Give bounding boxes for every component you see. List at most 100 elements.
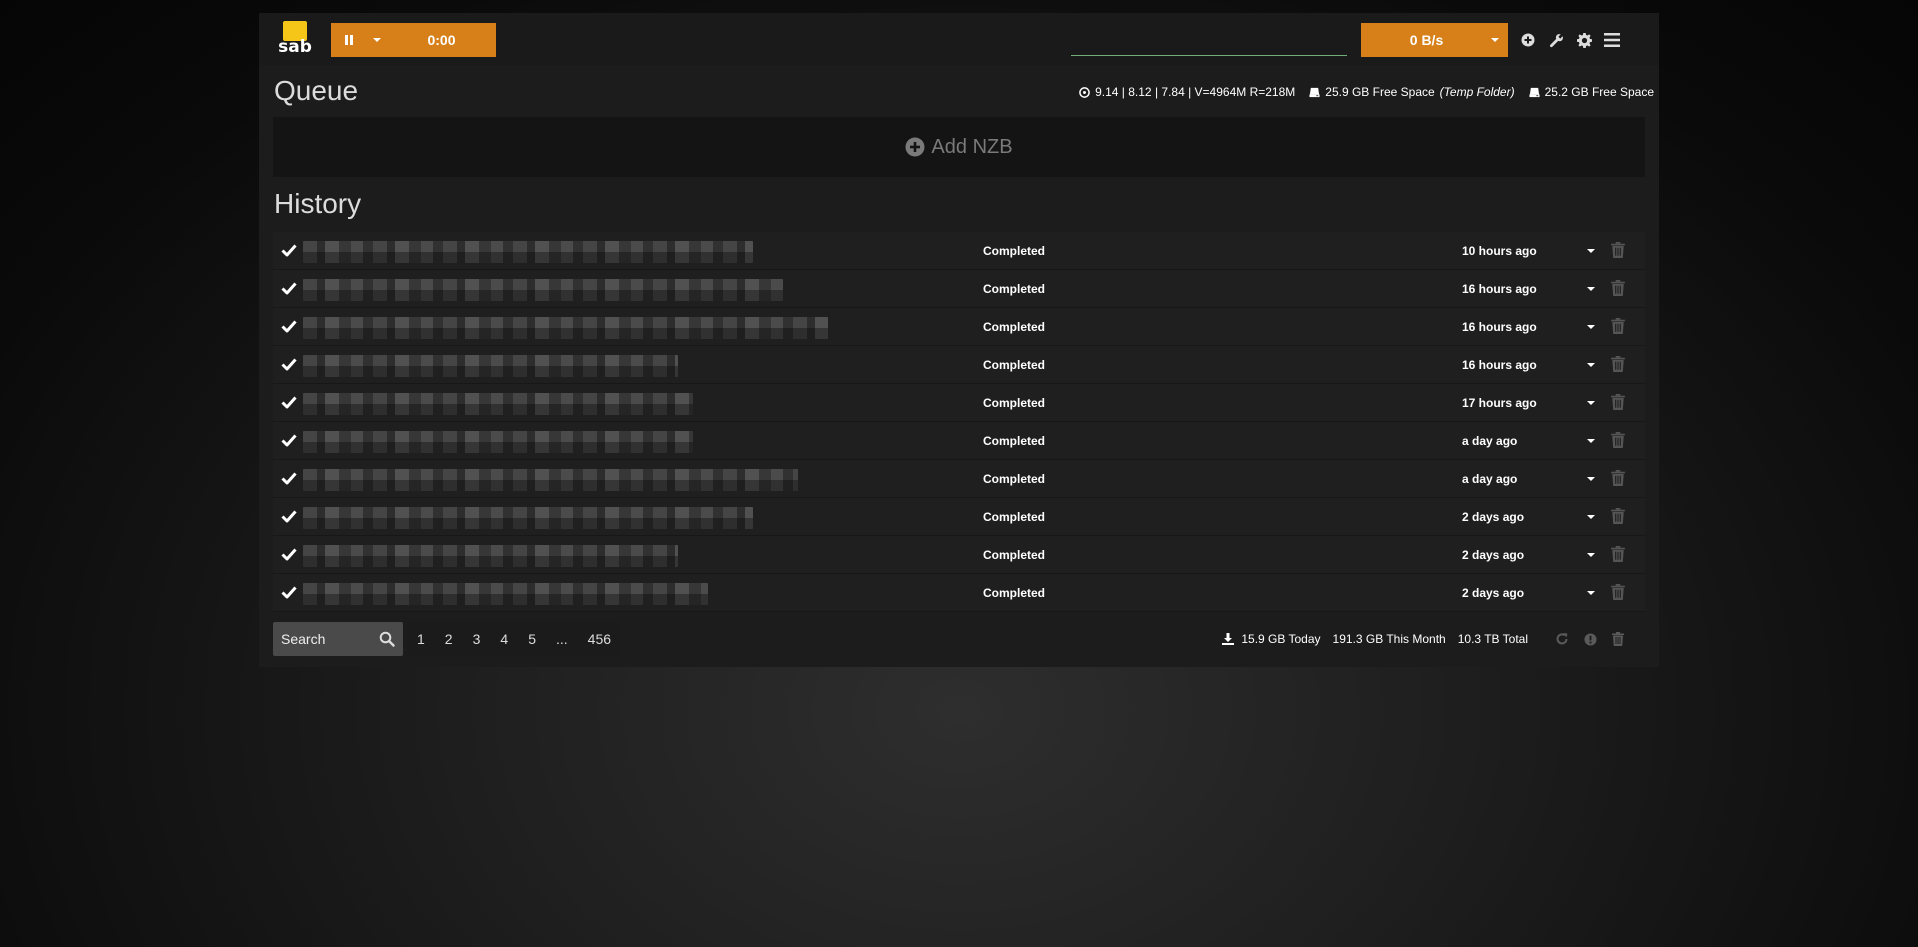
chevron-down-icon[interactable] [1587,399,1595,407]
pagination: 1 2 3 4 5... 456 [407,622,622,656]
page-link[interactable]: 4 [490,622,518,656]
history-row[interactable]: Completed 16 hours ago [273,308,1645,346]
speed-limit-control[interactable]: 0 B/s [1361,23,1508,57]
trash-icon[interactable] [1611,394,1625,410]
chevron-down-icon[interactable] [1587,285,1595,293]
chevron-down-icon[interactable] [1587,323,1595,331]
dashboard-icon [1079,86,1090,98]
job-status: Completed [983,434,1046,448]
obscured-job-name [303,583,708,605]
trash-icon[interactable] [1611,242,1625,258]
chevron-down-icon[interactable] [1587,475,1595,483]
trash-icon[interactable] [1611,280,1625,296]
check-icon [281,434,297,447]
hamburger-menu-icon [1604,33,1620,47]
main-menu-button[interactable] [1601,29,1623,51]
job-completed-time: 10 hours ago [1462,244,1537,258]
history-row[interactable]: Completed 10 hours ago [273,232,1645,270]
trash-icon[interactable] [1611,318,1625,334]
chevron-down-icon[interactable] [1587,437,1595,445]
history-row[interactable]: Completed 2 days ago [273,536,1645,574]
check-icon [281,282,297,295]
trash-icon[interactable] [1611,432,1625,448]
chevron-down-icon[interactable] [1587,551,1595,559]
chevron-down-icon[interactable] [1587,361,1595,369]
history-footer: Search 1 2 3 4 5... 456 15.9 GB Today 191.3 G… [273,620,1645,660]
download-icon [1222,633,1235,645]
job-completed-time: 16 hours ago [1462,358,1537,372]
sabnzbd-app: sab 0:00 0 B/s Queue 9.14 | 8.12 | 7.84 … [259,13,1659,667]
add-nzb-button[interactable]: Add NZB [273,117,1645,177]
check-icon [281,548,297,561]
temp-space-stat: 25.9 GB Free Space (Temp Folder) [1309,85,1515,99]
pause-button[interactable] [331,23,367,57]
temp-folder-label: (Temp Folder) [1439,85,1515,99]
history-row[interactable]: Completed 16 hours ago [273,270,1645,308]
history-row[interactable]: Completed 2 days ago [273,574,1645,612]
today-text: 15.9 GB Today [1241,632,1321,646]
history-row[interactable]: Completed 17 hours ago [273,384,1645,422]
today-total: 15.9 GB Today [1222,632,1321,646]
obscured-job-name [303,469,798,491]
queue-search-input[interactable] [1071,55,1347,56]
job-completed-time: a day ago [1462,472,1518,486]
chevron-down-icon[interactable] [1587,513,1595,521]
obscured-job-name [303,241,753,263]
obscured-job-name [303,431,693,453]
history-row[interactable]: Completed 2 days ago [273,498,1645,536]
chevron-down-icon[interactable] [1587,589,1595,597]
obscured-job-name [303,279,783,301]
page-link[interactable]: ... [546,622,578,656]
history-search-input[interactable]: Search [273,622,403,656]
obscured-job-name [303,393,693,415]
pause-icon [345,35,353,45]
trash-icon[interactable] [1611,546,1625,562]
refresh-button[interactable] [1553,630,1571,648]
pause-dropdown-button[interactable] [367,23,387,57]
job-status: Completed [983,358,1046,372]
month-total: 191.3 GB This Month [1332,632,1446,646]
purge-history-button[interactable] [1609,630,1627,648]
obscured-job-name [303,507,753,529]
gear-icon [1576,32,1592,48]
info-icon [1583,632,1597,646]
trash-icon[interactable] [1611,470,1625,486]
download-totals: 15.9 GB Today 191.3 GB This Month 10.3 T… [1222,632,1528,646]
job-status: Completed [983,396,1046,410]
page-link[interactable]: 5 [518,622,546,656]
queue-timer: 0:00 [427,32,456,48]
page-link[interactable]: 456 [578,622,621,656]
obscured-job-name [303,545,678,567]
job-status: Completed [983,548,1046,562]
search-placeholder: Search [281,631,326,647]
job-completed-time: 17 hours ago [1462,396,1537,410]
page-link[interactable]: 2 [435,622,463,656]
history-row[interactable]: Completed a day ago [273,460,1645,498]
top-bar: sab 0:00 0 B/s [259,13,1659,65]
plus-circle-icon [905,137,925,157]
add-nzb-label: Add NZB [931,135,1013,158]
config-button[interactable] [1545,29,1567,51]
history-row[interactable]: Completed 16 hours ago [273,346,1645,384]
job-status: Completed [983,472,1046,486]
trash-icon[interactable] [1611,584,1625,600]
chevron-down-icon [1491,38,1499,42]
job-completed-time: 2 days ago [1462,510,1525,524]
trash-icon[interactable] [1611,508,1625,524]
history-row[interactable]: Completed a day ago [273,422,1645,460]
speed-dropdown-button[interactable] [1482,23,1508,57]
failed-info-button[interactable] [1581,630,1599,648]
chevron-down-icon[interactable] [1587,247,1595,255]
logo-text: sab [278,37,312,57]
obscured-job-name [303,317,828,339]
sab-logo[interactable]: sab [276,21,314,61]
refresh-icon [1556,633,1568,645]
settings-button[interactable] [1573,29,1595,51]
page-link[interactable]: 3 [463,622,491,656]
page-link[interactable]: 1 [407,622,435,656]
free-space-text: 25.2 GB Free Space [1544,85,1654,99]
add-nzb-top-button[interactable] [1517,29,1539,51]
trash-icon[interactable] [1611,356,1625,372]
speed-value: 0 B/s [1409,32,1444,48]
check-icon [281,358,297,371]
